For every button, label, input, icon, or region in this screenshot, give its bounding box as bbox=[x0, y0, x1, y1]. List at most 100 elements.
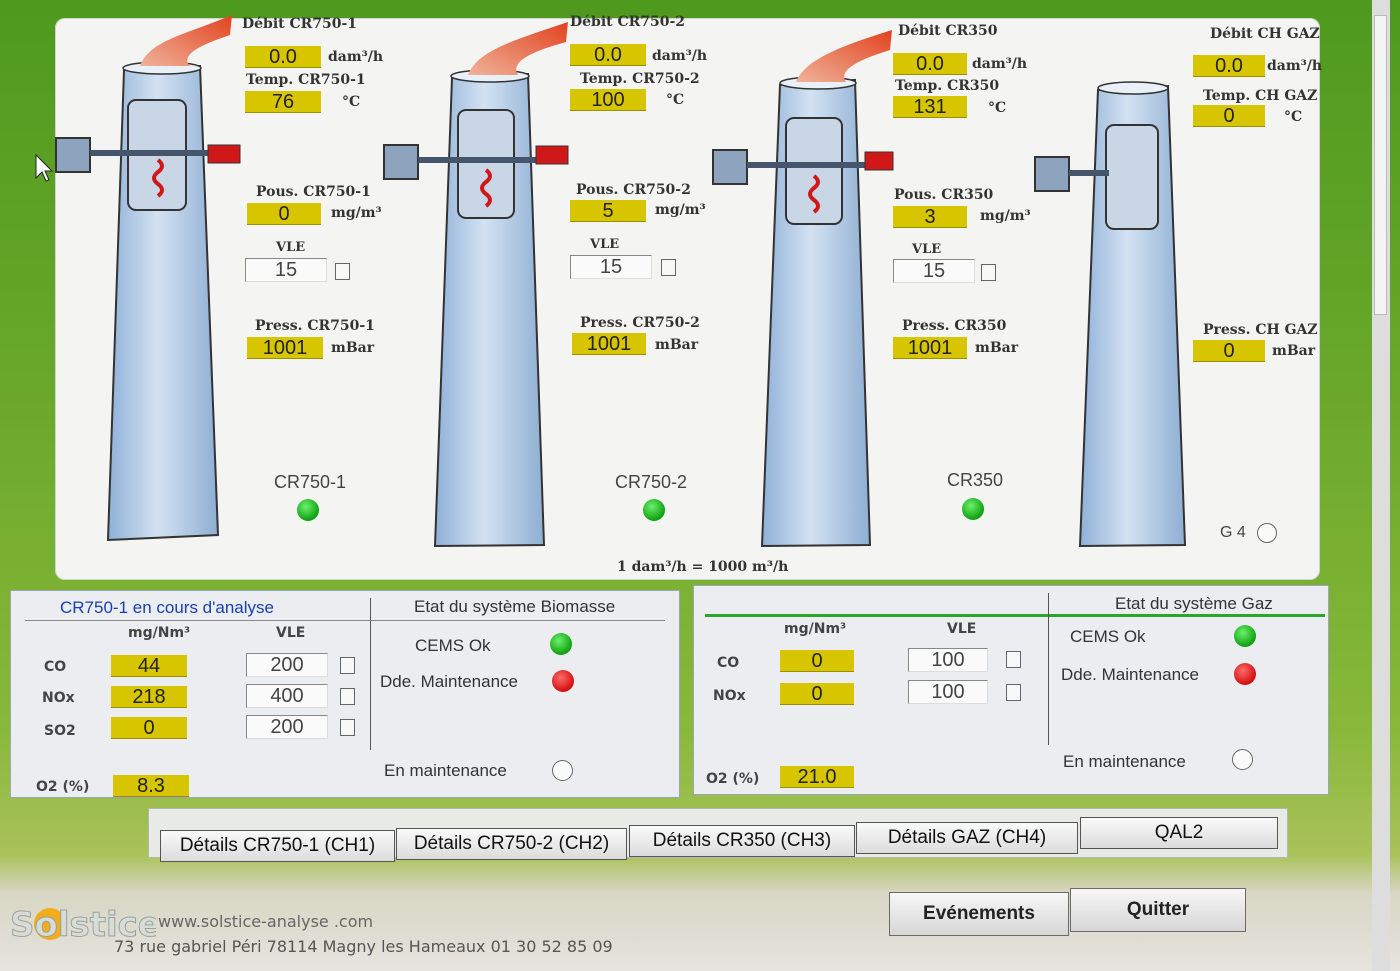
scrollbar-thumb[interactable] bbox=[1374, 15, 1387, 315]
debit-value-1: 0.0 bbox=[245, 46, 321, 68]
quit-button[interactable]: Quitter bbox=[1070, 888, 1246, 932]
nox-vle-checkbox[interactable] bbox=[340, 688, 355, 705]
status-indicator-2 bbox=[643, 499, 665, 521]
chimney-cr350 bbox=[712, 30, 894, 548]
pous-value-3: 3 bbox=[893, 206, 967, 228]
status-label-2: CR750-2 bbox=[615, 472, 688, 492]
vle-input-1[interactable]: 15 bbox=[245, 258, 327, 282]
co-vle-checkbox[interactable] bbox=[340, 657, 355, 674]
biomasse-etat-title: Etat du système Biomasse bbox=[414, 597, 616, 616]
vle-input-3[interactable]: 15 bbox=[893, 259, 975, 283]
so2-value: 0 bbox=[111, 717, 187, 739]
chimney-cr750-2 bbox=[383, 22, 569, 548]
gaz-nox-label: NOx bbox=[713, 688, 746, 704]
temp-value-1: 76 bbox=[245, 91, 321, 113]
biomasse-col-unit: mg/Nm³ bbox=[128, 625, 191, 641]
vle-checkbox-1[interactable] bbox=[335, 263, 350, 280]
nox-vle-input[interactable]: 400 bbox=[246, 684, 328, 708]
gaz-nox-value: 0 bbox=[780, 683, 854, 705]
debit-label-1: Débit CR750-1 bbox=[242, 16, 358, 32]
chimney-graphics bbox=[35, 15, 1187, 548]
tab-details-cr750-2[interactable]: Détails CR750-2 (CH2) bbox=[396, 828, 627, 860]
tab-details-cr750-1[interactable]: Détails CR750-1 (CH1) bbox=[160, 830, 395, 862]
status-indicator-1 bbox=[297, 499, 319, 521]
gaz-co-value: 0 bbox=[780, 650, 854, 672]
debit-unit-4: dam³/h bbox=[1267, 58, 1323, 74]
biomasse-en-maintenance-label: En maintenance bbox=[384, 761, 507, 780]
gaz-cems-indicator bbox=[1234, 625, 1256, 647]
biomasse-maintenance-request-label: Dde. Maintenance bbox=[380, 672, 518, 691]
gaz-co-vle-checkbox[interactable] bbox=[1006, 651, 1021, 668]
debit-unit-3: dam³/h bbox=[972, 56, 1028, 72]
press-unit-1: mBar bbox=[331, 340, 375, 356]
biomasse-cems-label: CEMS Ok bbox=[415, 636, 491, 655]
vle-label-2: VLE bbox=[590, 237, 620, 252]
tab-qal2[interactable]: QAL2 bbox=[1080, 817, 1278, 849]
temp-unit-3: °C bbox=[988, 100, 1007, 116]
nox-label: NOx bbox=[42, 690, 75, 706]
events-button[interactable]: Evénements bbox=[889, 892, 1069, 936]
debit-value-4: 0.0 bbox=[1193, 55, 1265, 77]
gaz-vertical-divider bbox=[1048, 593, 1049, 745]
temp-value-2: 100 bbox=[570, 89, 646, 111]
temp-unit-2: °C bbox=[666, 92, 685, 108]
mouse-cursor-icon bbox=[35, 153, 54, 182]
pous-value-2: 5 bbox=[570, 200, 646, 222]
press-unit-2: mBar bbox=[655, 337, 699, 353]
gaz-col-unit: mg/Nm³ bbox=[784, 621, 847, 637]
website-url[interactable]: www.solstice-analyse .com bbox=[158, 912, 373, 931]
press-label-4: Press. CH GAZ bbox=[1203, 322, 1318, 338]
o2-label: O2 (%) bbox=[36, 779, 90, 795]
so2-vle-checkbox[interactable] bbox=[340, 719, 355, 736]
pous-label-1: Pous. CR750-1 bbox=[256, 184, 371, 200]
debit-label-3: Débit CR350 bbox=[898, 23, 998, 39]
gaz-nox-vle-input[interactable]: 100 bbox=[908, 680, 988, 704]
status-indicator-4 bbox=[1257, 523, 1277, 543]
vle-label-1: VLE bbox=[276, 240, 306, 255]
gaz-co-vle-input[interactable]: 100 bbox=[908, 648, 988, 672]
press-label-3: Press. CR350 bbox=[902, 318, 1007, 334]
so2-vle-input[interactable]: 200 bbox=[246, 715, 328, 739]
press-value-1: 1001 bbox=[247, 337, 323, 359]
tab-details-cr350[interactable]: Détails CR350 (CH3) bbox=[629, 825, 855, 857]
debit-value-2: 0.0 bbox=[570, 44, 646, 66]
biomasse-en-maintenance-indicator bbox=[552, 760, 573, 781]
o2-value: 8.3 bbox=[113, 775, 189, 797]
biomasse-vertical-divider bbox=[370, 598, 371, 750]
gaz-maintenance-request-label: Dde. Maintenance bbox=[1061, 665, 1199, 684]
pous-label-2: Pous. CR750-2 bbox=[576, 182, 691, 198]
vle-input-2[interactable]: 15 bbox=[570, 255, 652, 279]
gaz-o2-label: O2 (%) bbox=[706, 771, 760, 787]
pous-value-1: 0 bbox=[247, 203, 321, 225]
unit-conversion-note: 1 dam³/h = 1000 m³/h bbox=[617, 559, 789, 575]
pous-unit-3: mg/m³ bbox=[980, 208, 1031, 224]
temp-label-4: Temp. CH GAZ bbox=[1203, 88, 1318, 104]
biomasse-maintenance-request-indicator bbox=[552, 670, 574, 692]
gaz-header-divider bbox=[705, 614, 1325, 617]
co-value: 44 bbox=[111, 655, 187, 677]
status-indicator-3 bbox=[962, 498, 984, 520]
co-vle-input[interactable]: 200 bbox=[246, 653, 328, 677]
gaz-maintenance-request-indicator bbox=[1234, 663, 1256, 685]
vle-checkbox-3[interactable] bbox=[981, 264, 996, 281]
press-unit-4: mBar bbox=[1272, 343, 1316, 359]
press-value-2: 1001 bbox=[572, 333, 646, 355]
company-address: 73 rue gabriel Péri 78114 Magny les Hame… bbox=[114, 937, 613, 956]
vle-checkbox-2[interactable] bbox=[661, 259, 676, 276]
debit-label-2: Débit CR750-2 bbox=[570, 14, 686, 30]
press-label-1: Press. CR750-1 bbox=[255, 318, 375, 334]
gaz-cems-label: CEMS Ok bbox=[1070, 627, 1146, 646]
tab-details-gaz[interactable]: Détails GAZ (CH4) bbox=[856, 822, 1078, 854]
analysis-title: CR750-1 en cours d'analyse bbox=[60, 598, 274, 617]
gaz-en-maintenance-label: En maintenance bbox=[1063, 752, 1186, 771]
gaz-nox-vle-checkbox[interactable] bbox=[1006, 684, 1021, 701]
press-unit-3: mBar bbox=[975, 340, 1019, 356]
biomasse-cems-indicator bbox=[550, 633, 572, 655]
temp-value-4: 0 bbox=[1193, 105, 1265, 127]
temp-label-2: Temp. CR750-2 bbox=[580, 71, 700, 87]
gaz-en-maintenance-indicator bbox=[1232, 749, 1253, 770]
vle-label-3: VLE bbox=[912, 242, 942, 257]
gaz-col-vle: VLE bbox=[947, 621, 977, 637]
nox-value: 218 bbox=[111, 686, 187, 708]
pous-unit-1: mg/m³ bbox=[331, 205, 382, 221]
